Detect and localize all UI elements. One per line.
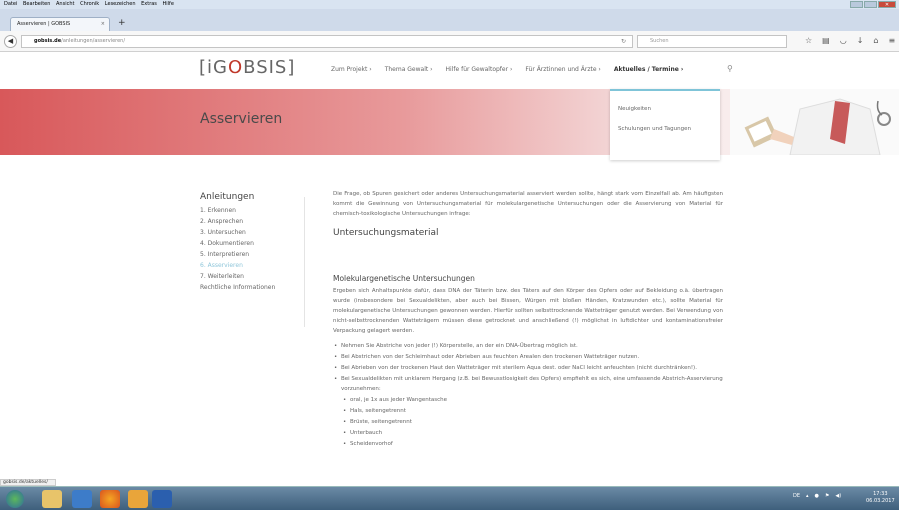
subsection-heading: Molekulargenetische Untersuchungen <box>333 274 475 283</box>
main-nav: Zum Projekt › Thema Gewalt › Hilfe für G… <box>331 66 696 73</box>
maximize-button[interactable] <box>864 1 877 8</box>
menu-extras[interactable]: Extras <box>141 1 157 7</box>
close-window-button[interactable]: ✕ <box>878 1 896 8</box>
new-tab-button[interactable]: + <box>118 18 126 28</box>
flag-icon[interactable]: ⚑ <box>825 493 829 499</box>
nav-hilfe-gewaltopfer[interactable]: Hilfe für Gewaltopfer › <box>446 66 513 73</box>
clock[interactable]: 17:33 06.03.2017 <box>866 491 895 505</box>
body-paragraph: Ergeben sich Anhaltspunkte dafür, dass D… <box>333 288 723 334</box>
sidebar-item-asservieren[interactable]: 6. Asservieren <box>200 260 275 271</box>
sub-bullet-list: oral, je 1x aus jeder Wangentasche Hals,… <box>333 395 723 449</box>
site-search-icon[interactable]: ⚲ <box>727 64 733 73</box>
firefox-icon[interactable] <box>100 490 120 508</box>
dropdown-item-neuigkeiten[interactable]: Neuigkeiten <box>618 105 720 114</box>
media-player-icon[interactable] <box>72 490 92 508</box>
sub-list-item: oral, je 1x aus jeder Wangentasche <box>342 395 723 405</box>
system-tray: DE ▴ ● ⚑ ◀) <box>793 493 841 499</box>
sidebar-item-interpretieren[interactable]: 5. Interpretieren <box>200 249 275 260</box>
url-bar[interactable]: gobsis.de/anleitungen/asservieren/ ↻ <box>21 35 633 48</box>
list-item: Bei Sexualdelikten mit unklarem Hergang … <box>333 374 723 394</box>
list-item: Nehmen Sie Abstriche von jeder (!) Körpe… <box>333 341 723 351</box>
section-heading: Untersuchungsmaterial <box>333 228 439 238</box>
bullet-list: Nehmen Sie Abstriche von jeder (!) Körpe… <box>333 341 723 449</box>
minimize-button[interactable] <box>850 1 863 8</box>
sub-list-item: Scheidenvorhof <box>342 439 723 449</box>
web-page: [iGOBSIS] Zum Projekt › Thema Gewalt › H… <box>0 52 899 482</box>
toolbar-icons: ☆ ▤ ◡ ↓ ⌂ ≡ <box>805 36 895 45</box>
outlook-icon[interactable] <box>128 490 148 508</box>
tray-arrow-icon[interactable]: ▴ <box>806 493 809 499</box>
tab-title: Asservieren | GOBSIS <box>17 21 71 27</box>
nav-zum-projekt[interactable]: Zum Projekt › <box>331 66 372 73</box>
nav-thema-gewalt[interactable]: Thema Gewalt › <box>385 66 433 73</box>
explorer-icon[interactable] <box>42 490 62 508</box>
list-item: Bei Abrieben von der trockenen Haut den … <box>333 363 723 373</box>
word-icon[interactable] <box>152 490 172 508</box>
doctor-image <box>730 89 899 155</box>
menu-icon[interactable]: ≡ <box>889 36 896 45</box>
intro-paragraph: Die Frage, ob Spuren gesichert oder ande… <box>333 191 723 217</box>
menu-chronik[interactable]: Chronik <box>80 1 99 7</box>
menu-lesezeichen[interactable]: Lesezeichen <box>105 1 136 7</box>
menu-hilfe[interactable]: Hilfe <box>163 1 174 7</box>
browser-tab[interactable]: Asservieren | GOBSIS × <box>10 17 110 31</box>
list-item: Bei Abstrichen von der Schleimhaut oder … <box>333 352 723 362</box>
sidebar-item-untersuchen[interactable]: 3. Untersuchen <box>200 227 275 238</box>
dropdown-menu-aktuelles: Neuigkeiten Schulungen und Tagungen <box>610 89 720 160</box>
clock-time: 17:33 <box>873 491 888 497</box>
menu-bar: Datei Bearbeiten Ansicht Chronik Lesezei… <box>0 0 899 9</box>
sidebar-heading: Anleitungen <box>200 192 255 202</box>
sub-list-item: Unterbauch <box>342 428 723 438</box>
search-input[interactable]: Suchen <box>637 35 787 48</box>
status-bar: gobsis.de/aktuelles/ <box>0 479 56 486</box>
sidebar-item-erkennen[interactable]: 1. Erkennen <box>200 205 275 216</box>
sub-list-item: Brüste, seitengetrennt <box>342 417 723 427</box>
bookmark-star-icon[interactable]: ☆ <box>805 36 812 45</box>
pocket-icon[interactable]: ◡ <box>840 36 847 45</box>
url-path: /anleitungen/asservieren/ <box>61 38 126 44</box>
menu-bearbeiten[interactable]: Bearbeiten <box>23 1 50 7</box>
hero-banner: Asservieren <box>0 89 899 155</box>
site-logo[interactable]: [iGOBSIS] <box>199 57 295 78</box>
sub-list-item: Hals, seitengetrennt <box>342 406 723 416</box>
reload-icon[interactable]: ↻ <box>621 36 626 47</box>
network-icon[interactable]: ● <box>815 493 819 499</box>
sidebar-item-rechtliche-informationen[interactable]: Rechtliche Informationen <box>200 282 275 293</box>
url-domain: gobsis.de <box>34 38 62 44</box>
main-content: Die Frage, ob Spuren gesichert oder ande… <box>333 189 723 450</box>
sidebar: Anleitungen 1. Erkennen 2. Ansprechen 3.… <box>200 192 275 293</box>
navigation-bar: ◀ gobsis.de/anleitungen/asservieren/ ↻ S… <box>0 31 899 52</box>
window-controls: ✕ <box>850 1 896 8</box>
taskbar: DE ▴ ● ⚑ ◀) 17:33 06.03.2017 <box>0 486 899 510</box>
page-title: Asservieren <box>200 111 283 127</box>
clock-date: 06.03.2017 <box>866 498 895 504</box>
volume-icon[interactable]: ◀) <box>835 493 841 499</box>
dropdown-item-schulungen[interactable]: Schulungen und Tagungen <box>618 125 693 134</box>
sub-list-wrapper: oral, je 1x aus jeder Wangentasche Hals,… <box>333 395 723 449</box>
download-icon[interactable]: ↓ <box>857 36 864 45</box>
sidebar-item-weiterleiten[interactable]: 7. Weiterleiten <box>200 271 275 282</box>
sidebar-item-dokumentieren[interactable]: 4. Dokumentieren <box>200 238 275 249</box>
language-indicator[interactable]: DE <box>793 493 800 499</box>
tab-bar: Asservieren | GOBSIS × + <box>0 9 899 31</box>
bookmarks-icon[interactable]: ▤ <box>822 36 830 45</box>
back-button[interactable]: ◀ <box>4 35 17 48</box>
search-placeholder: Suchen <box>650 38 669 44</box>
menu-ansicht[interactable]: Ansicht <box>56 1 74 7</box>
menu-datei[interactable]: Datei <box>4 1 17 7</box>
tab-close-icon[interactable]: × <box>101 18 105 31</box>
start-button[interactable] <box>6 490 24 508</box>
sidebar-divider <box>304 197 305 327</box>
nav-aktuelles[interactable]: Aktuelles / Termine › <box>614 66 684 73</box>
sidebar-item-ansprechen[interactable]: 2. Ansprechen <box>200 216 275 227</box>
home-icon[interactable]: ⌂ <box>873 36 878 45</box>
nav-aerzte[interactable]: Für Ärztinnen und Ärzte › <box>525 66 600 73</box>
